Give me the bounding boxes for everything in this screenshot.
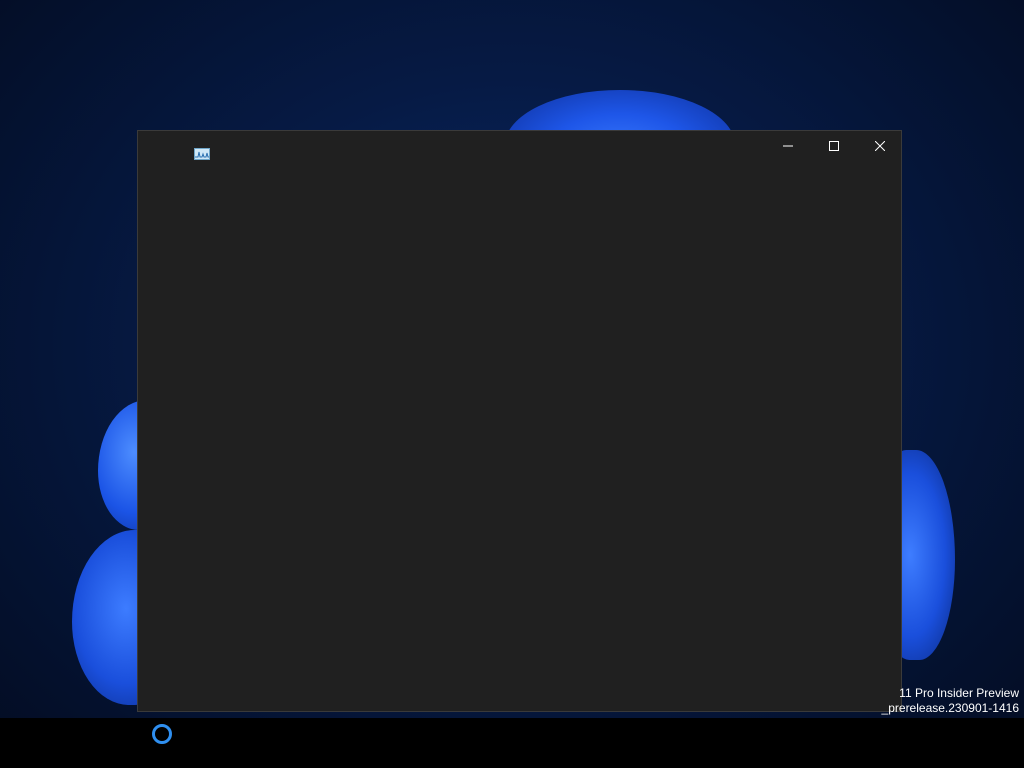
app-window[interactable] bbox=[137, 130, 902, 712]
close-icon bbox=[875, 141, 885, 151]
watermark-build: _prerelease.230901-1416 bbox=[881, 701, 1019, 715]
windows-version-watermark: 11 Pro Insider Preview _prerelease.23090… bbox=[882, 686, 1019, 716]
watermark-edition: 11 Pro Insider Preview bbox=[899, 686, 1019, 700]
maximize-button[interactable] bbox=[811, 131, 857, 161]
minimize-icon bbox=[783, 145, 793, 147]
minimize-button[interactable] bbox=[765, 131, 811, 161]
maximize-icon bbox=[829, 141, 839, 151]
performance-chart-icon bbox=[194, 148, 210, 160]
loading-ring-icon bbox=[152, 724, 172, 744]
taskbar bbox=[0, 718, 1024, 768]
close-button[interactable] bbox=[857, 131, 903, 161]
